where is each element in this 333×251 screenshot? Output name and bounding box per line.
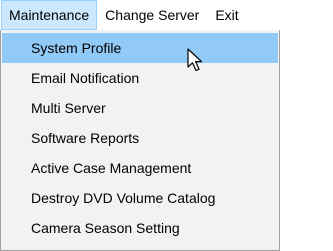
menu-item-camera-season-setting[interactable]: Camera Season Setting — [2, 213, 278, 243]
menu-bar: Maintenance Change Server Exit — [0, 0, 333, 30]
menu-maintenance[interactable]: Maintenance — [1, 0, 98, 30]
maintenance-dropdown-menu: System Profile Email Notification Multi … — [0, 30, 280, 251]
menu-item-system-profile[interactable]: System Profile — [2, 33, 278, 63]
menu-item-active-case-management[interactable]: Active Case Management — [2, 153, 278, 183]
menu-item-software-reports[interactable]: Software Reports — [2, 123, 278, 153]
menu-item-multi-server[interactable]: Multi Server — [2, 93, 278, 123]
menu-exit[interactable]: Exit — [207, 0, 246, 30]
application-window: Maintenance Change Server Exit System Pr… — [0, 0, 333, 251]
menu-item-destroy-dvd-volume-catalog[interactable]: Destroy DVD Volume Catalog — [2, 183, 278, 213]
arrow-cursor-icon — [187, 48, 203, 72]
menu-change-server[interactable]: Change Server — [97, 0, 207, 30]
menu-item-email-notification[interactable]: Email Notification — [2, 63, 278, 93]
